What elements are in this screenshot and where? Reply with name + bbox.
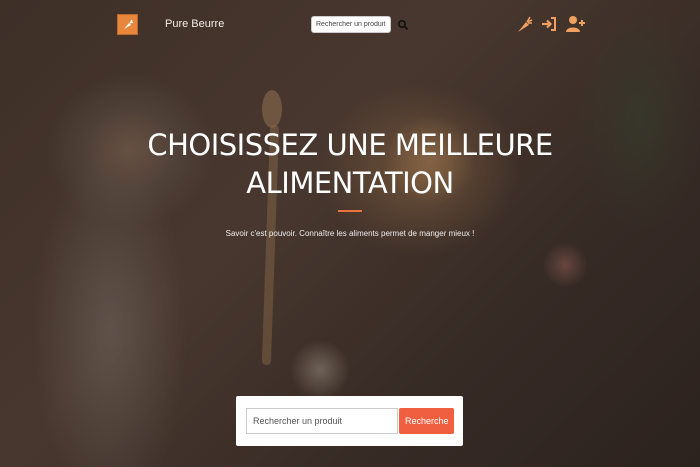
search-form: Recherche <box>236 396 463 446</box>
user-plus-icon[interactable] <box>566 15 586 33</box>
navbar-search-input[interactable] <box>311 16 391 33</box>
carrot-logo-icon[interactable] <box>117 14 138 35</box>
hero-subtitle: Savoir c'est pouvoir. Connaître les alim… <box>225 229 475 238</box>
brand-name[interactable]: Pure Beurre <box>165 18 224 30</box>
hero-divider <box>338 210 362 212</box>
hero-title-line-1: CHOISISSEZ UNE MEILLEURE <box>147 128 553 162</box>
navbar: Pure Beurre <box>0 0 700 50</box>
search-input[interactable] <box>246 408 398 434</box>
hero-title-line-2: ALIMENTATION <box>246 166 454 200</box>
login-icon[interactable] <box>541 16 557 32</box>
spoon-image <box>262 90 282 128</box>
carrot-icon[interactable] <box>516 14 534 34</box>
search-button[interactable]: Recherche <box>399 408 454 434</box>
search-icon[interactable] <box>397 18 409 31</box>
hero-title: CHOISISSEZ UNE MEILLEURE ALIMENTATION <box>0 126 700 202</box>
